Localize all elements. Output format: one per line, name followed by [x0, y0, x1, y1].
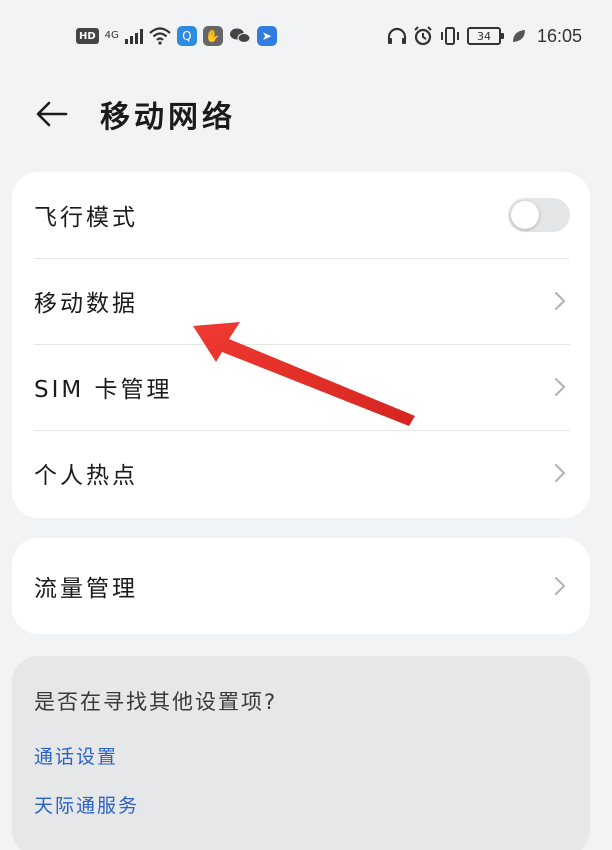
battery-level: 34: [476, 29, 491, 43]
alarm-icon: [414, 26, 432, 46]
send-app-icon: ➤: [256, 26, 277, 46]
traffic-management-card: 流量管理: [12, 538, 590, 634]
battery-icon: 34: [466, 27, 504, 45]
status-bar-right: 34 16:05: [387, 26, 582, 47]
mobile-data-label: 移动数据: [34, 291, 138, 317]
toggle-knob: [511, 201, 539, 229]
sim-card-management-row[interactable]: SIM 卡管理: [12, 344, 590, 430]
headphones-icon: [387, 27, 407, 44]
leaf-icon: [512, 30, 525, 42]
traffic-management-label: 流量管理: [34, 576, 138, 602]
hd-badge: HD: [76, 28, 99, 44]
hand-app-icon: ✋: [202, 26, 223, 46]
chevron-right-icon: [554, 291, 566, 311]
other-settings-suggestion: 是否在寻找其他设置项? 通话设置 天际通服务: [12, 656, 590, 850]
clock: 16:05: [536, 25, 582, 46]
wifi-icon: [149, 27, 171, 45]
wechat-icon: [229, 28, 251, 43]
airplane-mode-toggle[interactable]: [508, 198, 570, 232]
vibrate-icon: [440, 27, 459, 45]
status-bar: HD 4G Q ✋ ➤ 34 16:05: [0, 0, 612, 72]
call-settings-link[interactable]: 通话设置: [34, 742, 568, 769]
title-bar: 移动网络: [0, 72, 612, 156]
traffic-management-row[interactable]: 流量管理: [12, 538, 590, 634]
signal-icon: [124, 28, 143, 44]
search-app-icon: Q: [176, 26, 197, 46]
suggestion-title: 是否在寻找其他设置项?: [34, 690, 278, 714]
mobile-data-row[interactable]: 移动数据: [12, 258, 590, 344]
network-type: 4G: [104, 30, 119, 41]
page-title: 移动网络: [100, 100, 236, 135]
airplane-mode-label: 飞行模式: [34, 205, 138, 231]
status-bar-left: HD 4G Q ✋ ➤: [76, 26, 277, 46]
chevron-right-icon: [554, 463, 566, 483]
personal-hotspot-row[interactable]: 个人热点: [12, 430, 590, 516]
airplane-mode-row[interactable]: 飞行模式: [12, 172, 590, 258]
skytone-service-link[interactable]: 天际通服务: [34, 791, 568, 818]
back-arrow-icon[interactable]: [34, 96, 70, 132]
chevron-right-icon: [554, 377, 566, 397]
sim-card-management-label: SIM 卡管理: [34, 377, 173, 403]
chevron-right-icon: [554, 576, 566, 596]
personal-hotspot-label: 个人热点: [34, 463, 138, 489]
mobile-network-settings-card: 飞行模式 移动数据 SIM 卡管理 个人热点: [12, 172, 590, 518]
